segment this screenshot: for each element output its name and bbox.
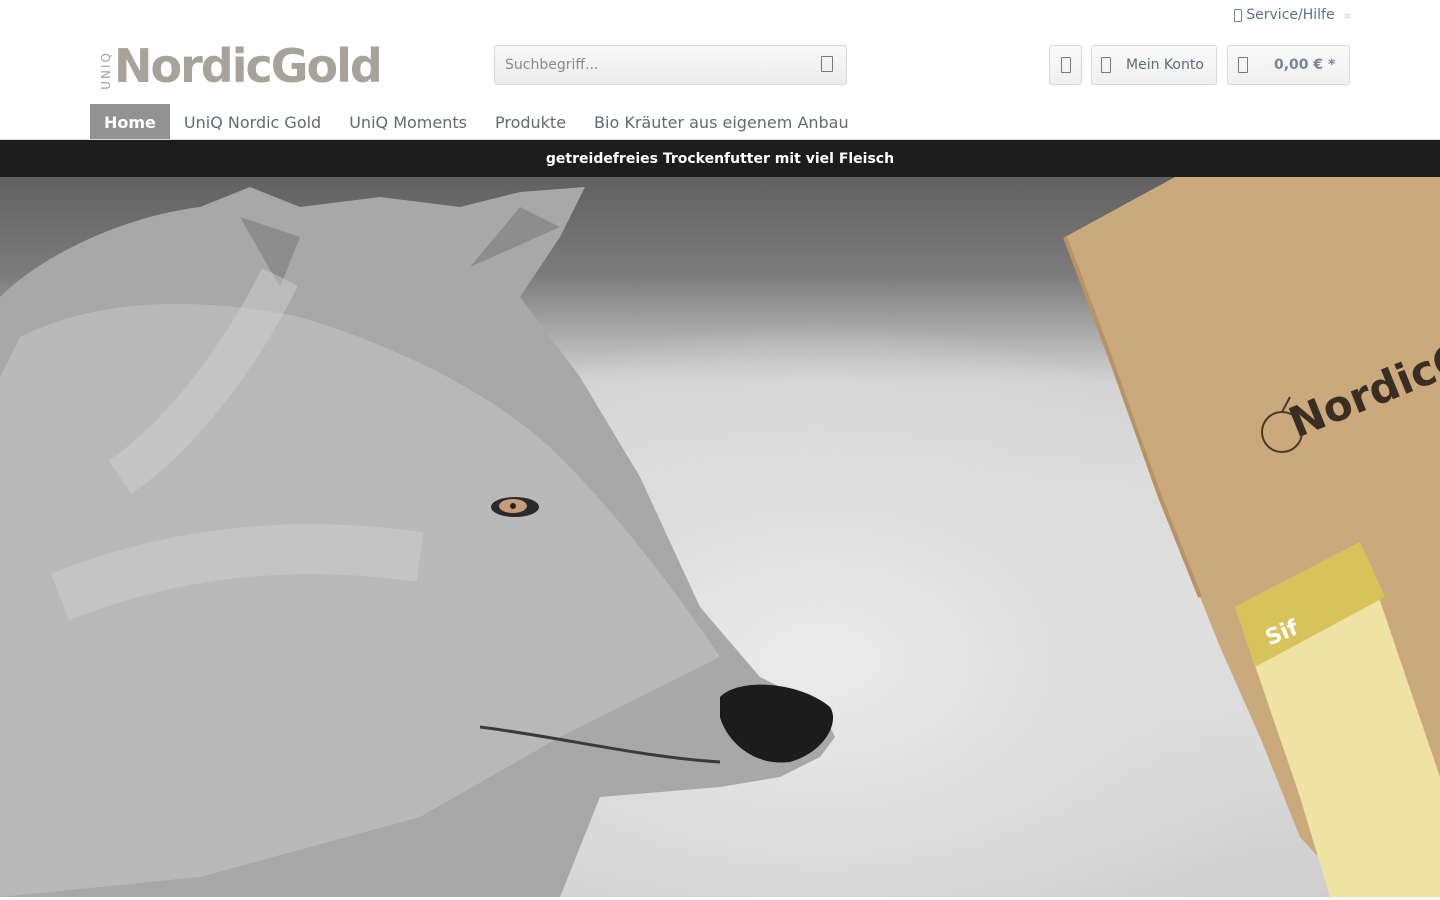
wolf-illustration: [0, 187, 835, 897]
account-label: Mein Konto: [1126, 57, 1204, 73]
nav-item-uniq-moments[interactable]: UniQ Moments: [335, 104, 481, 140]
cart-icon: [1238, 57, 1248, 73]
wishlist-button[interactable]: [1049, 45, 1082, 85]
nav-item-uniq-nordic-gold[interactable]: UniQ Nordic Gold: [170, 104, 335, 140]
nav-item-bio-kraeuter[interactable]: Bio Kräuter aus eigenem Anbau: [580, 104, 863, 140]
product-bag-illustration: [1063, 177, 1440, 897]
search-form: [494, 45, 847, 85]
hero-banner-text: getreidefreies Trockenfutter mit viel Fl…: [545, 150, 895, 167]
hero-slider[interactable]: getreidefreies Trockenfutter mit viel Fl…: [0, 140, 1440, 897]
nav-item-home[interactable]: Home: [90, 104, 170, 140]
search-icon: [821, 56, 833, 72]
cart-total: 0,00 € *: [1274, 57, 1336, 73]
service-help-link[interactable]: Service/Hilfe ▫: [1234, 7, 1350, 23]
hero-image: [0, 177, 1440, 897]
service-bar: Service/Hilfe ▫: [0, 0, 1440, 32]
cart-button[interactable]: 0,00 € *: [1227, 45, 1350, 85]
logo-name: NordicGold: [114, 39, 383, 93]
logo[interactable]: UNIQ NordicGold: [99, 39, 383, 93]
user-icon: [1101, 57, 1111, 73]
nav-item-produkte[interactable]: Produkte: [481, 104, 580, 140]
hero-banner: getreidefreies Trockenfutter mit viel Fl…: [0, 140, 1440, 177]
logo-prefix: UNIQ: [99, 51, 113, 90]
service-help-label: Service/Hilfe: [1246, 7, 1335, 23]
search-input[interactable]: [495, 46, 805, 84]
header: UNIQ NordicGold Mein Konto 0,00 € *: [0, 32, 1440, 102]
main-navigation: Home UniQ Nordic Gold UniQ Moments Produ…: [90, 104, 863, 140]
account-button[interactable]: Mein Konto: [1091, 45, 1217, 85]
help-icon: [1234, 8, 1243, 22]
heart-icon: [1060, 57, 1071, 73]
chevron-down-icon: ▫: [1344, 10, 1350, 20]
search-button[interactable]: [818, 54, 840, 76]
